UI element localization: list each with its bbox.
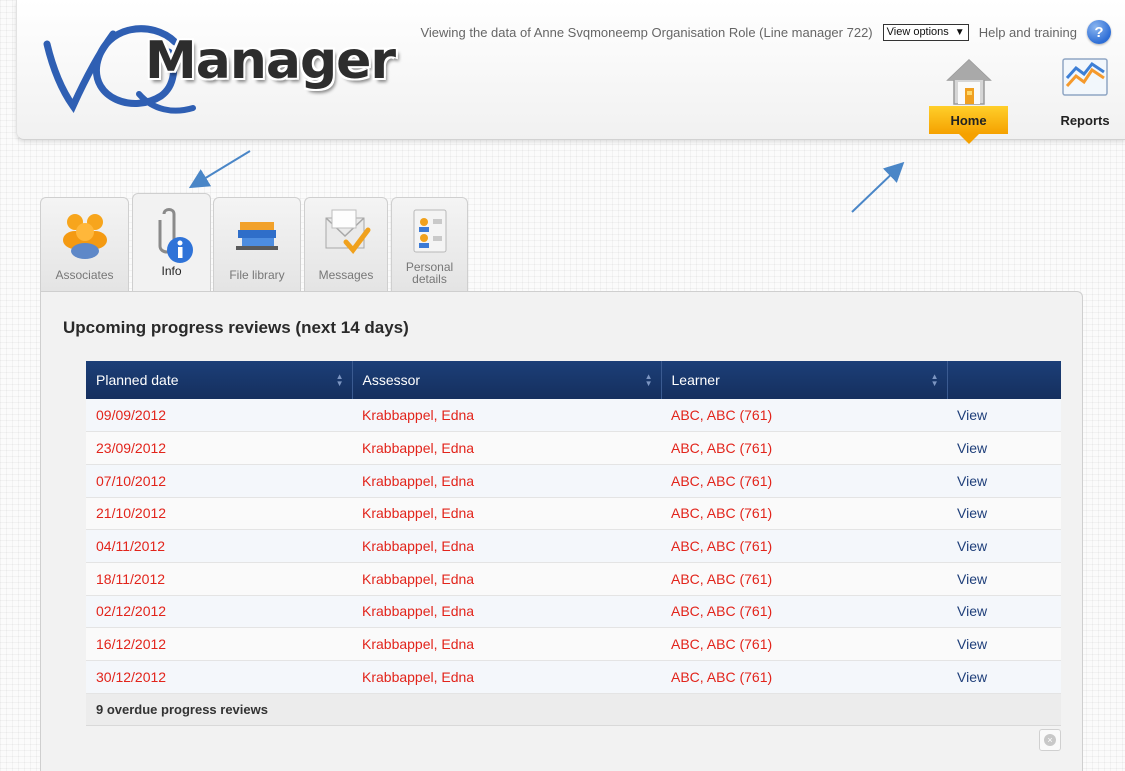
assessor-cell: Krabbappel, Edna: [352, 595, 661, 629]
learner-cell: ABC, ABC (761): [661, 464, 947, 498]
planned-date-cell: 07/10/2012: [86, 464, 352, 498]
assessor-cell: Krabbappel, Edna: [352, 529, 661, 563]
assessor-cell: Krabbappel, Edna: [352, 431, 661, 465]
home-active-pointer: [959, 134, 979, 144]
home-icon: [945, 58, 992, 105]
file-library-icon: [236, 222, 278, 250]
planned-date-cell: 21/10/2012: [86, 497, 352, 531]
progress-reviews-table: Planned date ▲ ▼ Assessor ▲ ▼ Learner ▲ ▼ 0…: [86, 361, 1061, 726]
help-and-training-link[interactable]: Help and training: [979, 25, 1077, 40]
planned-date-cell: 18/11/2012: [86, 562, 352, 596]
assessor-cell: Krabbappel, Edna: [352, 627, 661, 661]
overdue-reviews-summary: 9 overdue progress reviews: [86, 692, 1061, 726]
tab-info-label: Info: [161, 264, 182, 278]
view-link[interactable]: View: [947, 562, 1061, 596]
home-label: Home: [950, 113, 987, 128]
planned-date-cell: 04/11/2012: [86, 529, 352, 563]
assessor-cell: Krabbappel, Edna: [352, 497, 661, 531]
tab-personal-details-label: Personal details: [405, 260, 454, 286]
help-icon[interactable]: ?: [1087, 20, 1111, 44]
table-footer-row: 9 overdue progress reviews: [86, 692, 1061, 726]
learner-cell: ABC, ABC (761): [661, 660, 947, 694]
table-row: 30/12/2012 Krabbappel, Edna ABC, ABC (76…: [86, 660, 1061, 694]
table-row: 09/09/2012 Krabbappel, Edna ABC, ABC (76…: [86, 399, 1061, 433]
view-options-label: View options: [886, 26, 949, 38]
learner-cell: ABC, ABC (761): [661, 627, 947, 661]
table-header-row: Planned date ▲ ▼ Assessor ▲ ▼ Learner ▲ ▼: [86, 361, 1061, 399]
tab-messages[interactable]: Messages: [304, 197, 388, 291]
reports-chart-icon: [1062, 58, 1108, 96]
view-link[interactable]: View: [947, 595, 1061, 629]
chevron-down-icon: ▼: [954, 26, 965, 38]
sort-icon: ▲ ▼: [644, 372, 653, 388]
reports-label: Reports: [1060, 113, 1110, 128]
sort-icon: ▲ ▼: [930, 372, 939, 388]
table-row: 23/09/2012 Krabbappel, Edna ABC, ABC (76…: [86, 431, 1061, 465]
table-row: 07/10/2012 Krabbappel, Edna ABC, ABC (76…: [86, 464, 1061, 498]
learner-cell: ABC, ABC (761): [661, 562, 947, 596]
planned-date-cell: 16/12/2012: [86, 627, 352, 661]
table-row: 21/10/2012 Krabbappel, Edna ABC, ABC (76…: [86, 497, 1061, 531]
table-row: 16/12/2012 Krabbappel, Edna ABC, ABC (76…: [86, 627, 1061, 661]
planned-date-cell: 23/09/2012: [86, 431, 352, 465]
column-header-assessor[interactable]: Assessor ▲ ▼: [352, 361, 662, 399]
viewing-as-text: Viewing the data of Anne Svqmoneemp Orga…: [420, 24, 873, 40]
tab-info[interactable]: Info: [132, 193, 211, 291]
learner-cell: ABC, ABC (761): [661, 431, 947, 465]
view-link[interactable]: View: [947, 627, 1061, 661]
assessor-cell: Krabbappel, Edna: [352, 562, 661, 596]
info-panel: Upcoming progress reviews (next 14 days)…: [40, 291, 1083, 771]
nav-home-button[interactable]: Home: [929, 50, 1008, 150]
assessor-cell: Krabbappel, Edna: [352, 464, 661, 498]
learner-cell: ABC, ABC (761): [661, 497, 947, 531]
close-panel-button[interactable]: ×: [1039, 729, 1061, 751]
table-row: 02/12/2012 Krabbappel, Edna ABC, ABC (76…: [86, 595, 1061, 629]
table-row: 18/11/2012 Krabbappel, Edna ABC, ABC (76…: [86, 562, 1061, 596]
view-link[interactable]: View: [947, 464, 1061, 498]
view-link[interactable]: View: [947, 660, 1061, 694]
view-options-select[interactable]: View options ▼: [882, 23, 969, 41]
view-link[interactable]: View: [947, 399, 1061, 433]
associates-icon: [62, 214, 107, 259]
vq-manager-logo[interactable]: Manager: [35, 14, 396, 124]
user-context-bar: Viewing the data of Anne Svqmoneemp Orga…: [420, 18, 1111, 46]
planned-date-cell: 30/12/2012: [86, 660, 352, 694]
messages-icon: [325, 209, 371, 254]
column-header-planned-date[interactable]: Planned date ▲ ▼: [86, 361, 353, 399]
arrow-to-home-nav: [851, 161, 905, 213]
learner-cell: ABC, ABC (761): [661, 529, 947, 563]
column-header-actions: [947, 361, 1061, 399]
view-link[interactable]: View: [947, 497, 1061, 531]
tab-associates-label: Associates: [55, 268, 114, 282]
tab-associates[interactable]: Associates: [40, 197, 129, 291]
sort-icon: ▲ ▼: [335, 372, 344, 388]
table-row: 04/11/2012 Krabbappel, Edna ABC, ABC (76…: [86, 529, 1061, 563]
close-icon: ×: [1044, 734, 1056, 746]
column-header-label: Planned date: [96, 372, 179, 388]
page-title: Upcoming progress reviews (next 14 days): [63, 318, 409, 337]
assessor-cell: Krabbappel, Edna: [352, 399, 661, 433]
column-header-label: Learner: [671, 372, 720, 388]
tab-file-library[interactable]: File library: [213, 197, 301, 291]
column-header-learner[interactable]: Learner ▲ ▼: [661, 361, 948, 399]
tab-file-library-label: File library: [229, 268, 285, 282]
assessor-cell: Krabbappel, Edna: [352, 660, 661, 694]
nav-reports-button[interactable]: Reports: [1040, 50, 1125, 140]
arrow-to-info-tab: [188, 150, 251, 189]
learner-cell: ABC, ABC (761): [661, 595, 947, 629]
column-header-label: Assessor: [362, 372, 421, 388]
tab-messages-label: Messages: [318, 268, 374, 282]
view-link[interactable]: View: [947, 431, 1061, 465]
tab-personal-details[interactable]: Personal details: [391, 197, 468, 291]
planned-date-cell: 09/09/2012: [86, 399, 352, 433]
logo-text: Manager: [145, 31, 396, 91]
personal-details-icon: [413, 209, 446, 253]
view-link[interactable]: View: [947, 529, 1061, 563]
learner-cell: ABC, ABC (761): [661, 399, 947, 433]
planned-date-cell: 02/12/2012: [86, 595, 352, 629]
app-header: Manager Viewing the data of Anne Svqmone…: [16, 0, 1125, 144]
info-icon: [158, 208, 193, 263]
